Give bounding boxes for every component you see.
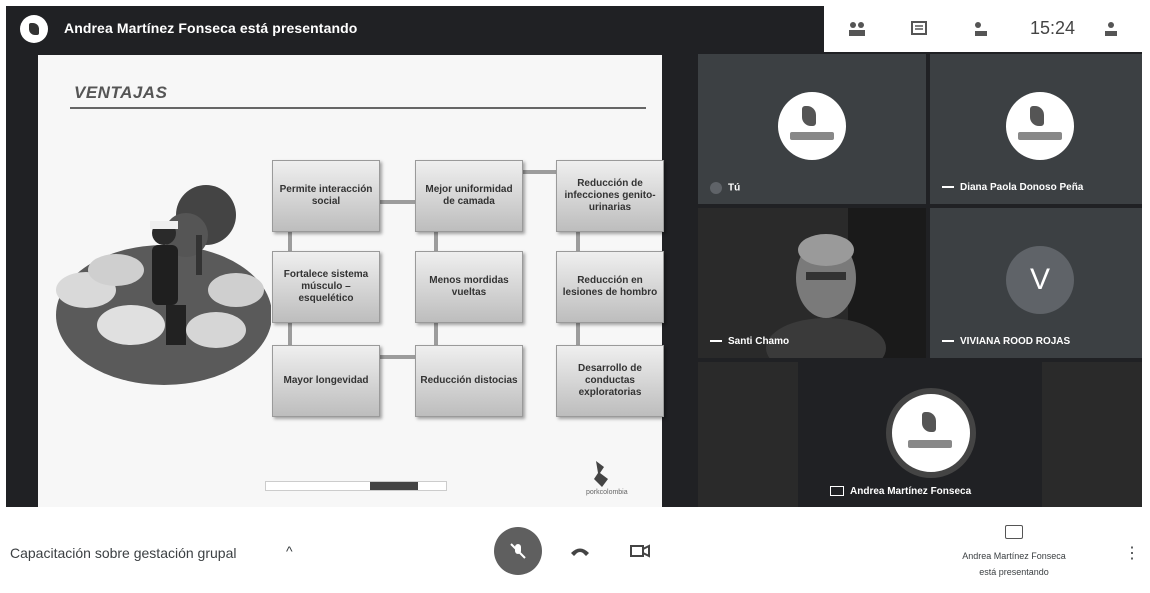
meeting-name[interactable]: Capacitación sobre gestación grupal	[10, 545, 236, 561]
presenting-name: Andrea Martínez Fonseca	[962, 551, 1066, 561]
top-right-toolbar: 15:24	[824, 6, 1142, 52]
meet-window: Andrea Martínez Fonseca está presentando…	[6, 6, 1142, 587]
slide-footer-bar	[265, 481, 447, 491]
connector	[576, 321, 580, 347]
presenting-indicator[interactable]: Andrea Martínez Fonseca está presentando	[954, 525, 1074, 580]
shared-slide: VENTAJAS Permite interacción social Mejo…	[38, 55, 664, 507]
hang-up-button[interactable]	[556, 527, 604, 575]
presenting-status: está presentando	[979, 567, 1049, 577]
participant-tile[interactable]: Tú	[698, 54, 926, 204]
participant-tile[interactable]: V VIVIANA ROOD ROJAS	[930, 208, 1142, 358]
advantage-box: Mejor uniformidad de camada	[415, 160, 523, 232]
advantage-box: Reducción en lesiones de hombro	[556, 251, 664, 323]
participant-video-tile[interactable]: Santi Chamo	[698, 208, 926, 358]
participant-avatar	[1006, 92, 1074, 160]
participant-tile[interactable]: Diana Paola Donoso Peña	[930, 54, 1142, 204]
porkcolombia-logo: porkcolombia	[586, 459, 642, 499]
advantage-box: Mayor longevidad	[272, 345, 380, 417]
participant-name: VIVIANA ROOD ROJAS	[942, 336, 1070, 347]
hang-up-icon	[571, 548, 589, 556]
advantage-box: Reducción distocias	[415, 345, 523, 417]
present-icon	[1005, 525, 1023, 539]
advantage-box: Desarrollo de conductas exploratorias	[556, 345, 664, 417]
presenting-icon	[830, 486, 844, 497]
tile-filler	[698, 362, 798, 507]
participant-name: Santi Chamo	[710, 336, 789, 347]
meeting-controls-bar: Capacitación sobre gestación grupal ^ An…	[6, 507, 1142, 587]
advantage-box: Menos mordidas vueltas	[415, 251, 523, 323]
presenter-avatar	[20, 15, 48, 43]
connector	[288, 321, 292, 347]
slide-title: VENTAJAS	[74, 83, 168, 102]
chat-icon[interactable]	[908, 18, 930, 40]
account-icon[interactable]	[1100, 18, 1122, 40]
tile-filler	[1042, 362, 1142, 507]
mic-muted-icon	[710, 182, 722, 194]
advantage-box: Fortalece sistema músculo – esquelético	[272, 251, 380, 323]
participant-initial-avatar: V	[1006, 246, 1074, 314]
slide-title-rule	[70, 107, 646, 109]
presentation-title: Andrea Martínez Fonseca está presentando	[64, 20, 358, 36]
chevron-up-icon[interactable]: ^	[286, 543, 293, 559]
activities-icon[interactable]	[970, 18, 992, 40]
advantage-box: Reducción de infecciones genito-urinaria…	[556, 160, 664, 232]
pig-farmer-illustration	[56, 185, 271, 385]
connector	[520, 170, 556, 174]
advantage-box: Permite interacción social	[272, 160, 380, 232]
camera-toggle-button[interactable]	[616, 527, 664, 575]
connector	[434, 321, 438, 347]
participant-name: Diana Paola Donoso Peña	[942, 182, 1083, 193]
clock: 15:24	[1030, 18, 1076, 38]
more-options-icon[interactable]: ⋮	[1124, 543, 1140, 563]
participant-name: Tú	[710, 182, 740, 194]
mic-toggle-button[interactable]	[494, 527, 542, 575]
camera-icon	[630, 544, 650, 558]
mic-off-icon	[510, 543, 526, 559]
participant-name: Andrea Martínez Fonseca	[830, 486, 971, 497]
people-icon[interactable]	[846, 18, 868, 40]
participant-avatar	[886, 388, 976, 478]
participant-tile-presenter[interactable]: Andrea Martínez Fonseca	[698, 362, 1142, 507]
participant-avatar	[778, 92, 846, 160]
